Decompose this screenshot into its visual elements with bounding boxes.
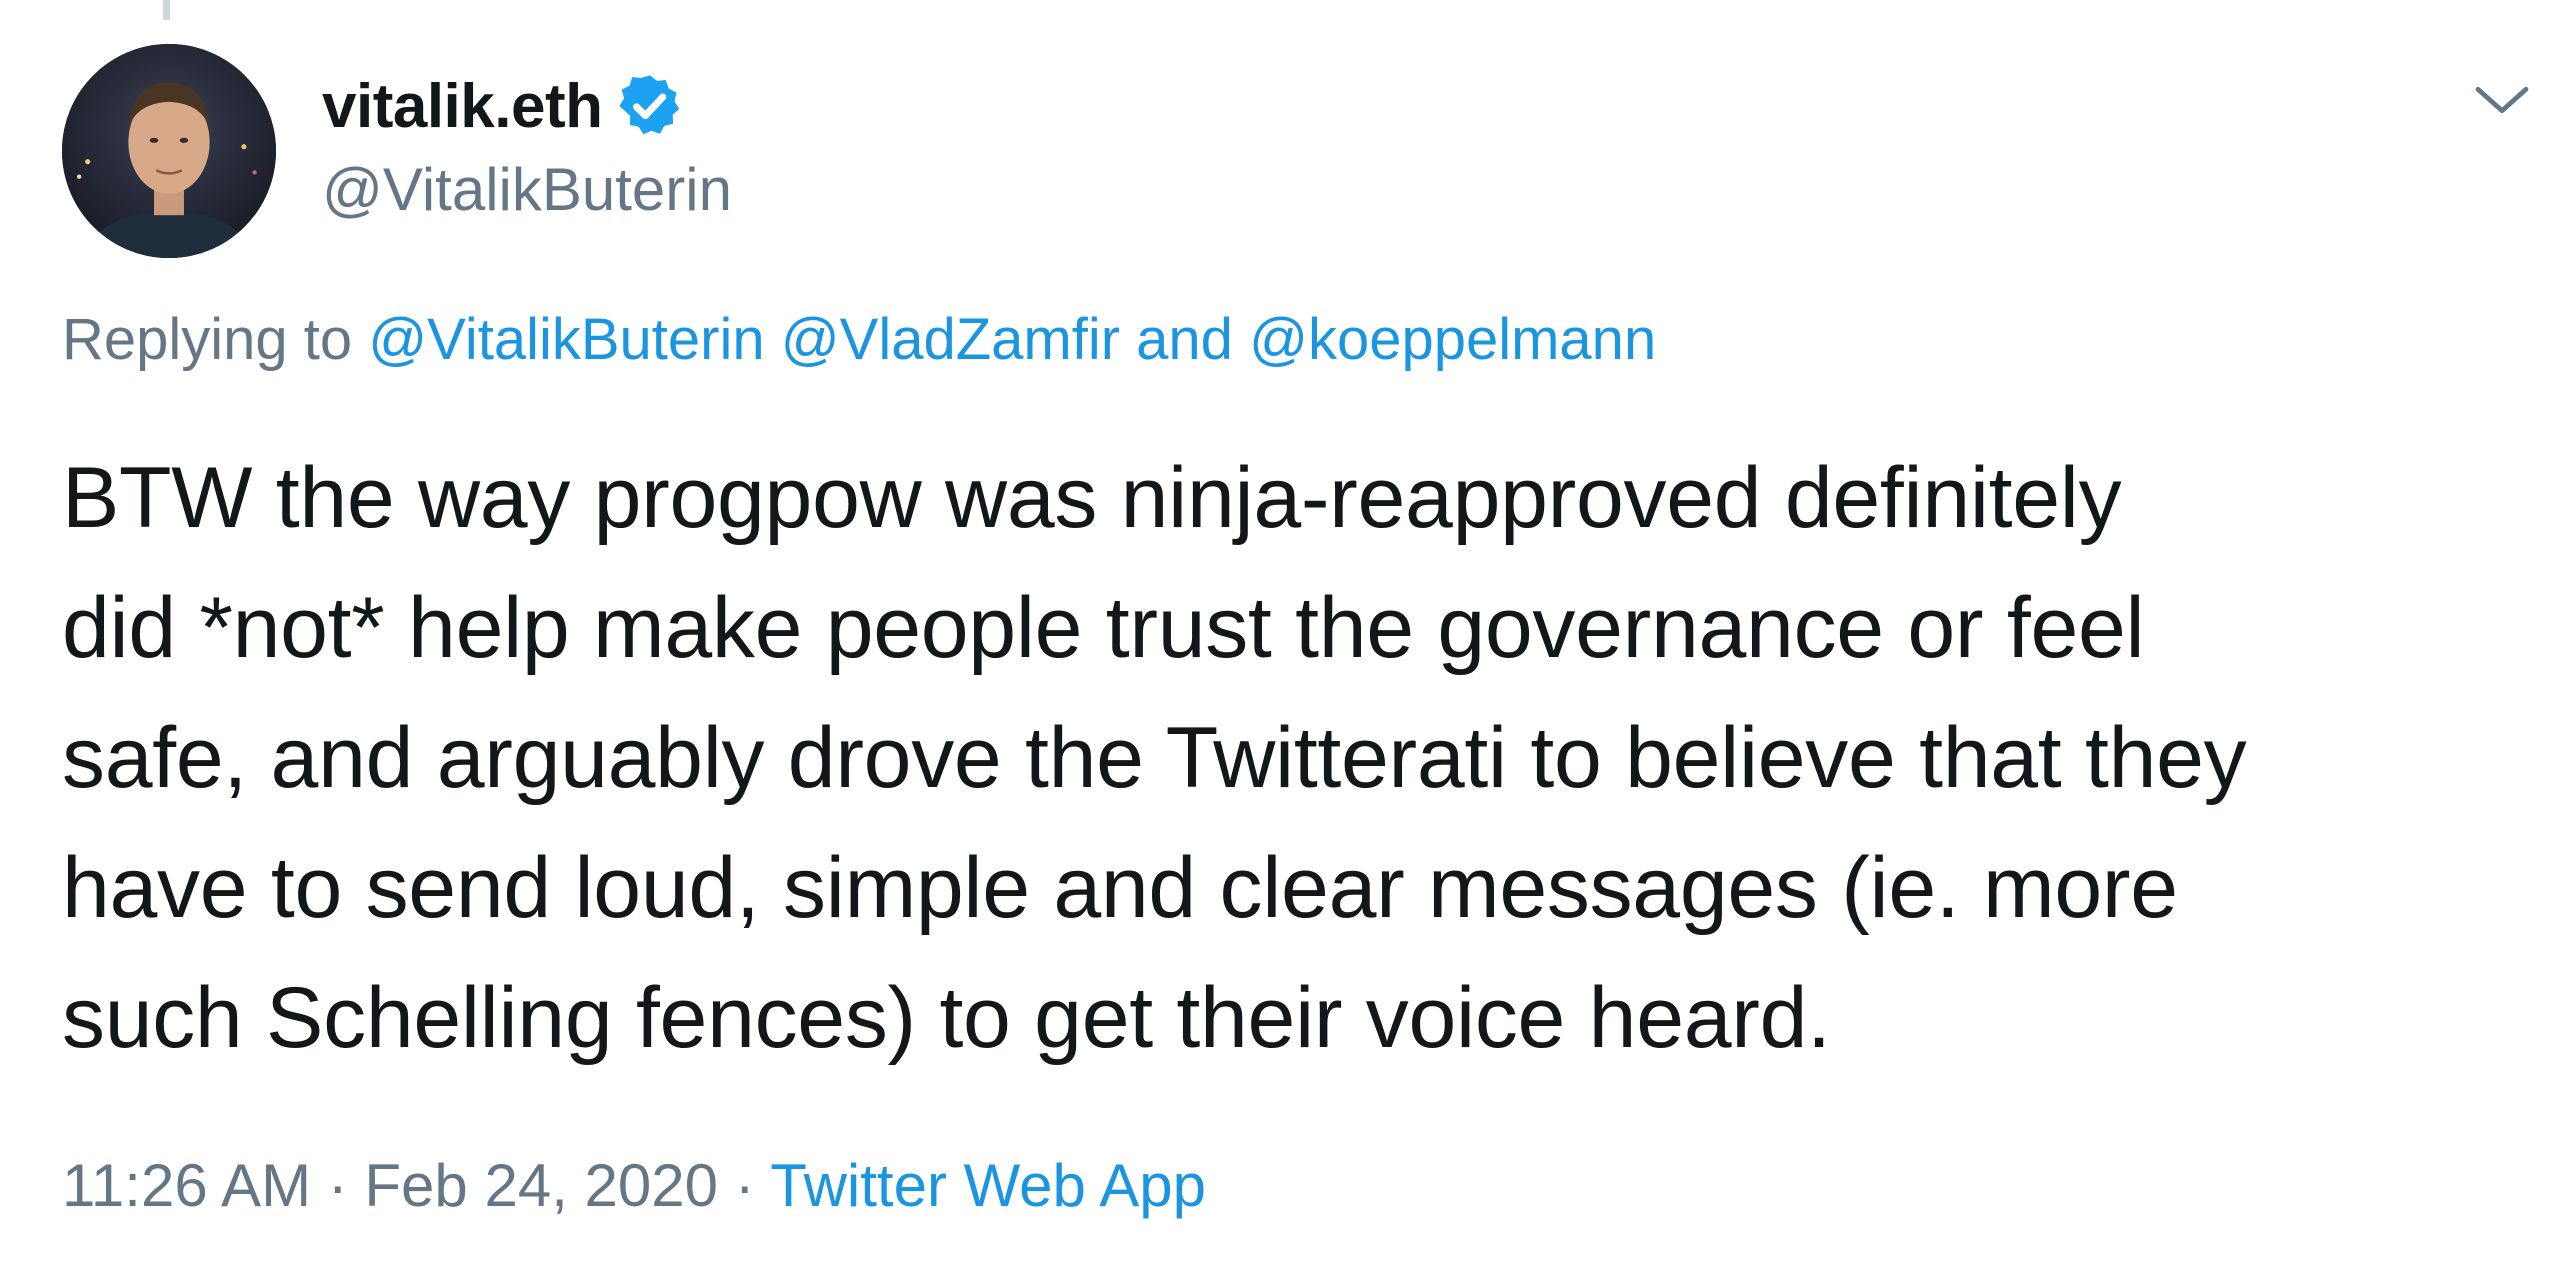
author-display-name[interactable]: vitalik.eth — [322, 71, 603, 142]
avatar-photo-icon — [62, 44, 276, 258]
tweet-date[interactable]: Feb 24, 2020 — [364, 1152, 718, 1219]
tweet-time[interactable]: 11:26 AM — [62, 1152, 311, 1219]
replying-to-label: Replying to — [62, 307, 353, 372]
tweet-text-line: such Schelling fences) to get their voic… — [62, 970, 1831, 1066]
mention-link[interactable]: @VladZamfir — [781, 307, 1120, 372]
tweet-text-line: did *not* help make people trust the gov… — [62, 580, 2145, 676]
chevron-down-icon[interactable] — [2470, 68, 2534, 132]
author-handle[interactable]: @VitalikButerin — [322, 150, 732, 230]
thread-connector-line — [163, 0, 170, 20]
mention-link[interactable]: @koeppelmann — [1249, 307, 1656, 372]
tweet-text: BTW the way progpow was ninja-reapproved… — [62, 433, 2552, 1083]
tweet-source-link[interactable]: Twitter Web App — [770, 1152, 1206, 1219]
meta-separator: · — [327, 1152, 348, 1219]
avatar[interactable] — [62, 44, 276, 258]
tweet-text-line: safe, and arguably drove the Twitterati … — [62, 710, 2247, 806]
author-name-row[interactable]: vitalik.eth — [322, 66, 685, 146]
mention-link[interactable]: @VitalikButerin — [368, 307, 764, 372]
meta-separator: · — [734, 1152, 755, 1219]
tweet-text-line: BTW the way progpow was ninja-reapproved… — [62, 450, 2122, 546]
replying-to-line: Replying to @VitalikButerin @VladZamfir … — [62, 300, 1656, 380]
tweet-text-line: have to send loud, simple and clear mess… — [62, 840, 2178, 936]
tweet-meta: 11:26 AM · Feb 24, 2020 · Twitter Web Ap… — [62, 1146, 1206, 1226]
verified-badge-icon — [618, 75, 679, 135]
mention-conjunction[interactable]: and — [1136, 307, 1233, 372]
